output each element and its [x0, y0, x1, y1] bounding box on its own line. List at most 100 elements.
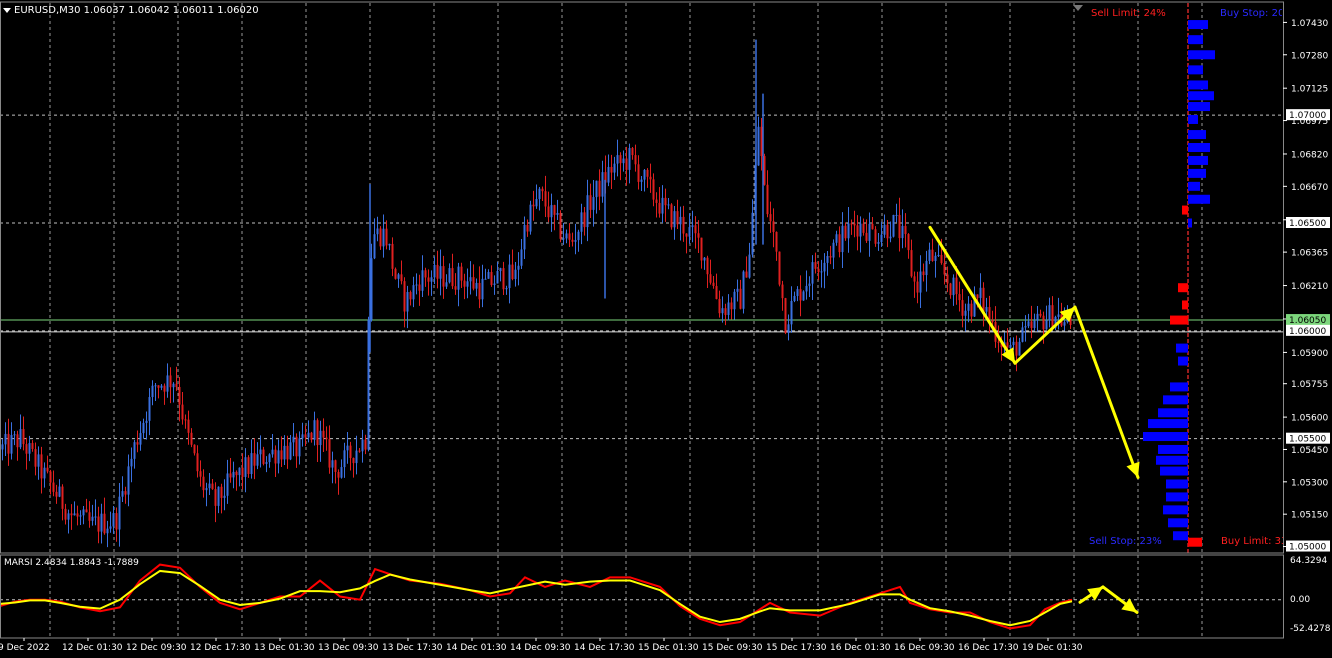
candle-body — [892, 214, 895, 237]
candle-body — [250, 453, 253, 475]
candle-body — [409, 292, 412, 300]
candle-body — [61, 486, 64, 509]
candle-body — [670, 204, 673, 228]
candle-body — [451, 268, 454, 287]
candle-body — [727, 302, 730, 315]
candle-body — [298, 438, 301, 457]
candle-body — [424, 270, 427, 278]
order-book-bar-sell — [1182, 300, 1188, 310]
candle-body — [454, 286, 457, 290]
candle-body — [190, 432, 193, 445]
candle-body — [349, 445, 352, 458]
candle-body — [547, 206, 550, 218]
order-book-bar-sell — [1170, 315, 1188, 325]
candle-body — [277, 450, 280, 464]
order-book-bar-buy — [1188, 35, 1203, 45]
candle-body — [367, 319, 370, 450]
candle-body — [253, 453, 256, 466]
candle-body — [385, 228, 388, 246]
x-tick-label: 14 Dec 09:30 — [510, 643, 571, 653]
candle-body — [835, 234, 838, 243]
candle-body — [664, 197, 667, 206]
candle-body — [313, 420, 316, 440]
candle-body — [856, 225, 859, 237]
triangle-down-icon[interactable] — [3, 7, 11, 13]
candle-body — [220, 486, 223, 498]
candle-body — [838, 234, 841, 253]
candle-body — [223, 495, 226, 498]
candle-body — [490, 271, 493, 285]
candle-body — [322, 430, 325, 438]
candle-body — [598, 180, 601, 197]
candle-body — [985, 307, 988, 312]
x-tick-label: 12 Dec 17:30 — [190, 643, 251, 653]
candle-body — [511, 264, 514, 280]
order-book-bar-buy — [1166, 479, 1188, 489]
candle-body — [853, 223, 856, 226]
candle-body — [829, 256, 832, 258]
y-tick-label: 1.05900 — [1291, 349, 1328, 359]
candle-body — [49, 471, 52, 483]
candle-body — [901, 225, 904, 239]
candle-body — [655, 199, 658, 203]
candle-body — [685, 233, 688, 237]
candle-body — [508, 264, 511, 289]
candle-body — [880, 234, 883, 243]
y-tick-label: 1.07125 — [1291, 85, 1328, 95]
candle-body — [343, 450, 346, 468]
candle-body — [352, 457, 355, 464]
price-tag-label: 1.06500 — [1289, 219, 1326, 229]
order-book-bar-buy — [1163, 505, 1188, 515]
candle-body — [817, 268, 820, 273]
candle-body — [592, 197, 595, 210]
order-book-bar-buy — [1188, 80, 1208, 90]
candle-body — [115, 513, 118, 530]
candle-body — [106, 528, 109, 534]
candle-body — [787, 324, 790, 333]
indicator-title: MARSI 2.4834 1.8843 -1.7889 — [4, 558, 139, 568]
candle-body — [541, 188, 544, 192]
candle-body — [919, 271, 922, 293]
candle-body — [1042, 315, 1045, 330]
candle-body — [469, 277, 472, 282]
candle-body — [745, 271, 748, 278]
candle-body — [193, 444, 196, 454]
candle-body — [706, 257, 709, 275]
order-book-bar-buy — [1188, 91, 1214, 101]
candle-body — [799, 289, 802, 301]
candle-body — [217, 486, 220, 506]
candle-body — [118, 496, 121, 530]
candle-body — [427, 277, 430, 282]
candle-body — [238, 467, 241, 476]
candle-body — [256, 454, 259, 466]
candle-body — [796, 289, 799, 296]
candle-body — [55, 491, 58, 497]
candle-body — [475, 282, 478, 289]
candle-body — [982, 287, 985, 312]
candle-body — [16, 434, 19, 448]
candle-body — [595, 180, 598, 198]
candle-body — [652, 179, 655, 200]
order-book-bar-sell — [1182, 205, 1188, 215]
candle-body — [337, 471, 340, 478]
x-tick-label: 12 Dec 09:30 — [126, 643, 187, 653]
candle-body — [928, 249, 931, 261]
candle-body — [667, 204, 670, 206]
candle-body — [244, 457, 247, 477]
candle-body — [559, 212, 562, 239]
candle-body — [280, 450, 283, 460]
candle-body — [640, 179, 643, 182]
candle-body — [142, 422, 145, 434]
candle-body — [430, 277, 433, 282]
candle-body — [319, 430, 322, 446]
candle-body — [373, 234, 376, 259]
candle-body — [97, 516, 100, 532]
candle-body — [310, 432, 313, 440]
candle-body — [571, 239, 574, 242]
candle-body — [661, 197, 664, 214]
candle-body — [970, 303, 973, 317]
candle-body — [481, 278, 484, 300]
candle-body — [688, 227, 691, 237]
chart-canvas[interactable]: 1.074301.072801.071251.069751.068201.066… — [0, 0, 1332, 658]
candle-body — [862, 223, 865, 233]
